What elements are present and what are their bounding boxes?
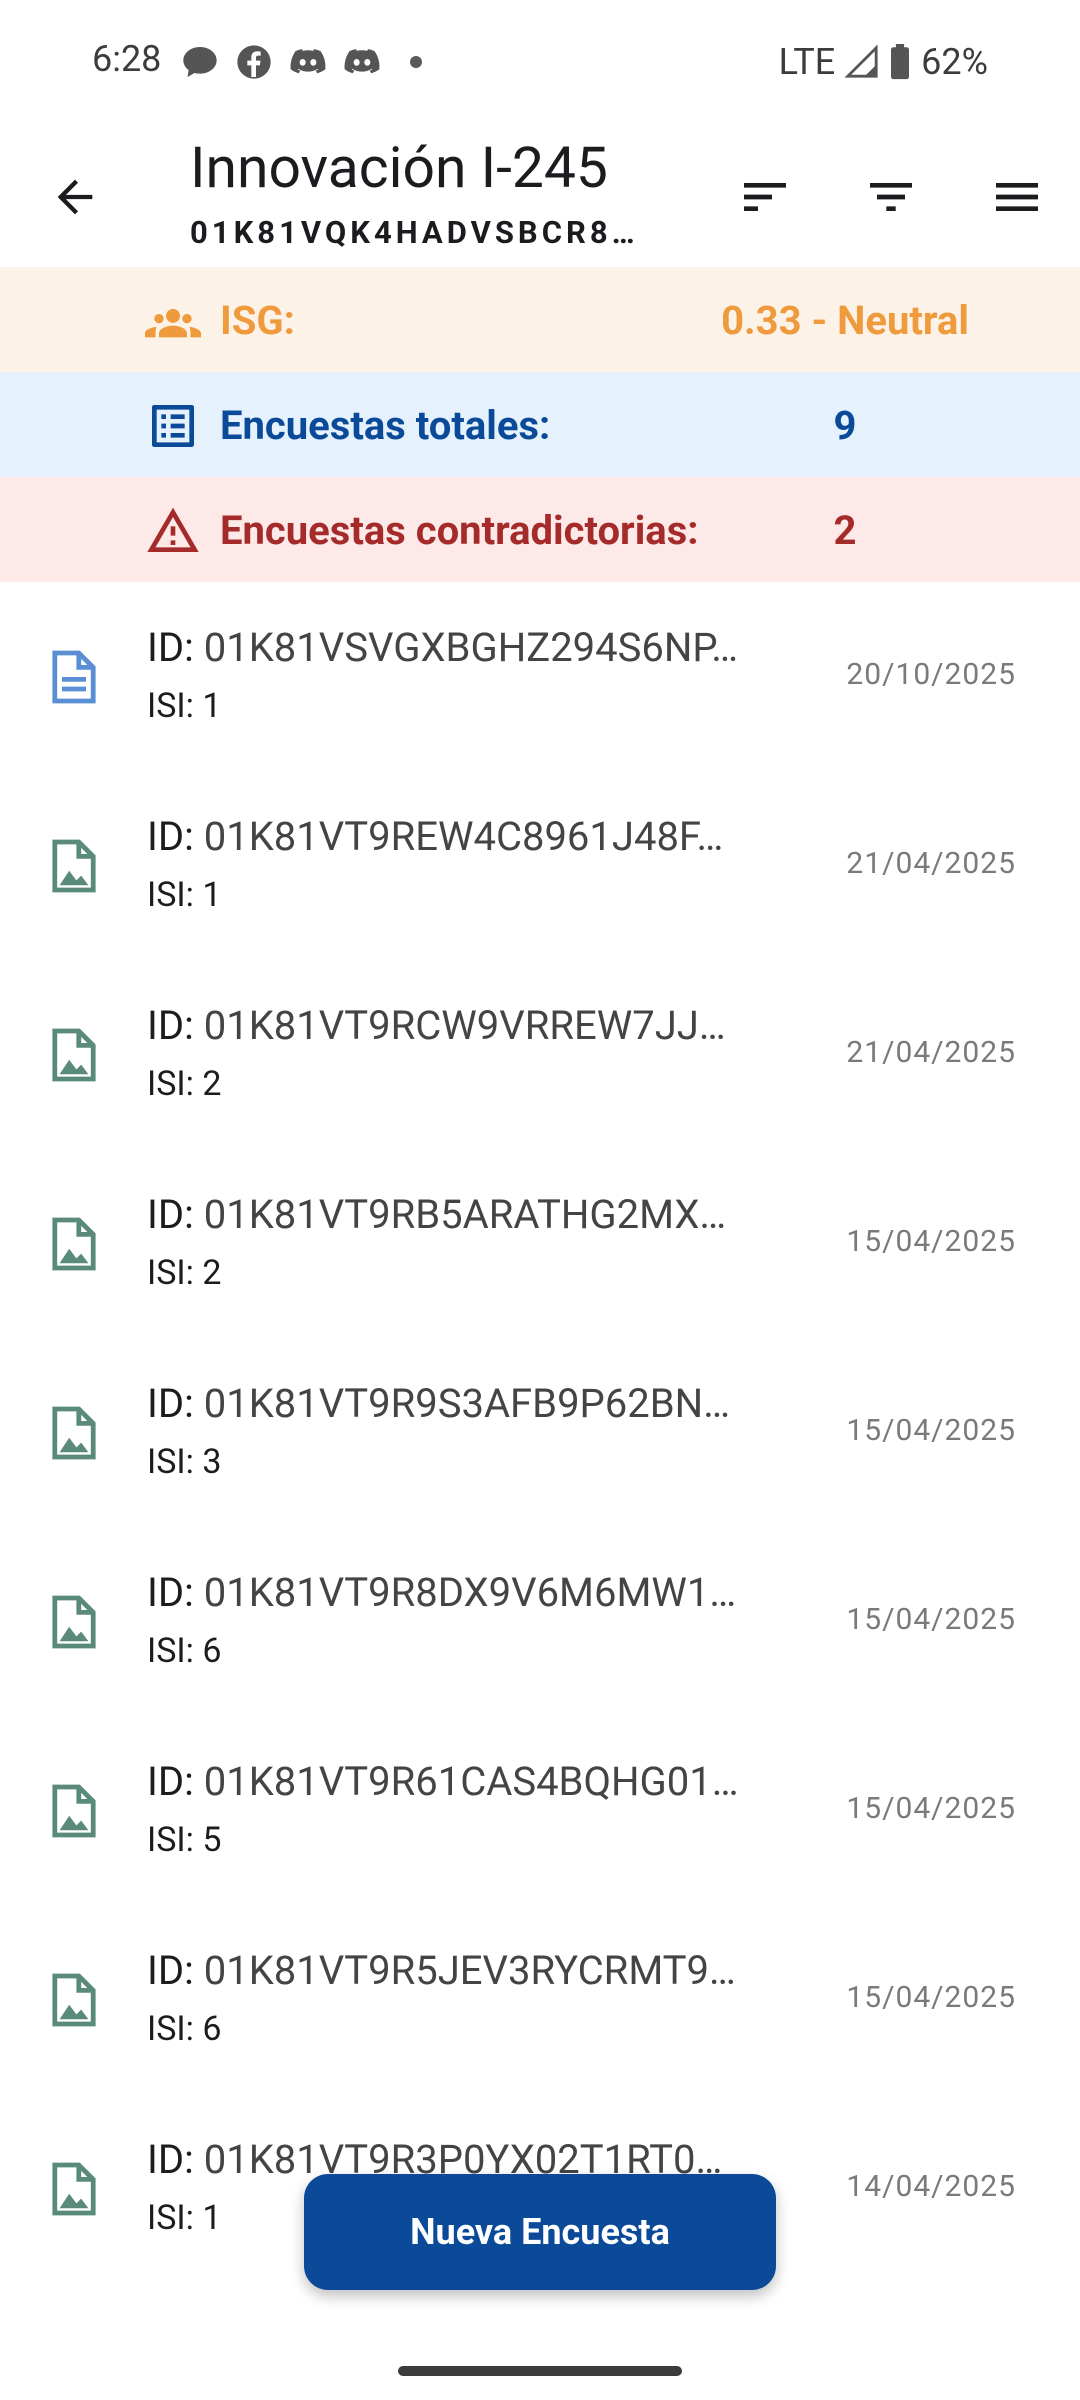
survey-list-item[interactable]: ID: 01K81VT9R5JEV3RYCRMT9… ISI: 6 15/04/… xyxy=(0,1905,1080,2094)
signal-icon xyxy=(845,45,878,78)
image-document-icon xyxy=(52,2162,96,2216)
contradictory-surveys-label: Encuestas contradictorias: xyxy=(220,507,699,554)
app-bar: Innovación I-245 01K81VQK4HADVSBCR8… xyxy=(0,124,1080,266)
discord-icon xyxy=(344,49,380,74)
sort-button[interactable] xyxy=(730,162,800,232)
home-indicator[interactable] xyxy=(398,2366,682,2376)
more-notifications-dot xyxy=(410,56,422,68)
survey-date: 15/04/2025 xyxy=(846,1980,1016,2015)
survey-id: ID: 01K81VT9RCW9VRREW7JJ… xyxy=(147,1002,726,1049)
survey-isi: ISI: 1 xyxy=(147,875,222,915)
survey-isi: ISI: 1 xyxy=(147,686,222,726)
notification-icons xyxy=(180,38,422,86)
survey-isi: ISI: 3 xyxy=(147,1442,222,1482)
image-document-icon xyxy=(52,1028,96,1082)
menu-button[interactable] xyxy=(982,162,1052,232)
facebook-icon xyxy=(237,45,271,79)
survey-date: 15/04/2025 xyxy=(846,1791,1016,1826)
battery-icon xyxy=(891,44,910,80)
filter-button[interactable] xyxy=(856,162,926,232)
status-right: LTE 62% xyxy=(779,38,988,86)
new-survey-button[interactable]: Nueva Encuesta xyxy=(304,2174,776,2290)
survey-date: 14/04/2025 xyxy=(846,2169,1016,2204)
discord-icon xyxy=(290,49,326,74)
isg-label: ISG: xyxy=(220,297,295,344)
survey-date: 21/04/2025 xyxy=(846,846,1016,881)
survey-list: ID: 01K81VSVGXBGHZ294S6NP… ISI: 1 20/10/… xyxy=(0,582,1080,2283)
list-alt-icon xyxy=(152,405,194,447)
survey-id: ID: 01K81VSVGXBGHZ294S6NP… xyxy=(147,624,739,671)
survey-list-item[interactable]: ID: 01K81VT9REW4C8961J48F… ISI: 1 21/04/… xyxy=(0,771,1080,960)
survey-date: 21/04/2025 xyxy=(846,1035,1016,1070)
image-document-icon xyxy=(52,1973,96,2027)
survey-list-item[interactable]: ID: 01K81VT9R8DX9V6M6MW1… ISI: 6 15/04/2… xyxy=(0,1527,1080,1716)
survey-isi: ISI: 2 xyxy=(147,1253,222,1293)
survey-list-item[interactable]: ID: 01K81VT9R9S3AFB9P62BN… ISI: 3 15/04/… xyxy=(0,1338,1080,1527)
survey-list-item[interactable]: ID: 01K81VT9R61CAS4BQHG01… ISI: 5 15/04/… xyxy=(0,1716,1080,1905)
contradictory-surveys-value: 2 xyxy=(833,507,857,554)
menu-icon xyxy=(996,183,1038,211)
survey-date: 20/10/2025 xyxy=(846,657,1016,692)
survey-date: 15/04/2025 xyxy=(846,1224,1016,1259)
survey-date: 15/04/2025 xyxy=(846,1602,1016,1637)
status-bar: 6:28 LTE 62% xyxy=(0,0,1080,124)
image-document-icon xyxy=(52,839,96,893)
isg-value: 0.33 - Neutral xyxy=(721,297,969,344)
survey-isi: ISI: 2 xyxy=(147,1064,222,1104)
survey-list-item[interactable]: ID: 01K81VT9RB5ARATHG2MX… ISI: 2 15/04/2… xyxy=(0,1149,1080,1338)
warning-icon xyxy=(147,507,199,552)
battery-percent: 62% xyxy=(921,41,988,83)
survey-id: ID: 01K81VT9REW4C8961J48F… xyxy=(147,813,724,860)
image-document-icon xyxy=(52,1595,96,1649)
isg-summary-row: ISG: 0.33 - Neutral xyxy=(0,267,1080,372)
filter-icon xyxy=(870,183,912,211)
survey-list-item[interactable]: ID: 01K81VT9RCW9VRREW7JJ… ISI: 2 21/04/2… xyxy=(0,960,1080,1149)
total-surveys-label: Encuestas totales: xyxy=(220,402,551,449)
chat-bubble-icon xyxy=(183,47,217,77)
image-document-icon xyxy=(52,1784,96,1838)
network-type: LTE xyxy=(778,41,836,83)
survey-id: ID: 01K81VT9RB5ARATHG2MX… xyxy=(147,1191,727,1238)
survey-isi: ISI: 5 xyxy=(147,1820,222,1860)
image-document-icon xyxy=(52,1217,96,1271)
survey-id: ID: 01K81VT9R5JEV3RYCRMT9… xyxy=(147,1947,736,1994)
group-icon xyxy=(145,308,201,338)
back-button[interactable] xyxy=(40,162,110,232)
arrow-back-icon xyxy=(57,179,93,215)
text-document-icon xyxy=(52,650,96,704)
survey-isi: ISI: 6 xyxy=(147,2009,222,2049)
survey-id: ID: 01K81VT9R8DX9V6M6MW1… xyxy=(147,1569,737,1616)
page-subtitle: 01K81VQK4HADVSBCR8… xyxy=(190,214,639,251)
contradictory-surveys-row: Encuestas contradictorias: 2 xyxy=(0,477,1080,582)
image-document-icon xyxy=(52,1406,96,1460)
sort-icon xyxy=(744,183,786,211)
survey-date: 15/04/2025 xyxy=(846,1413,1016,1448)
page-title: Innovación I-245 xyxy=(190,134,608,201)
survey-id: ID: 01K81VT9R9S3AFB9P62BN… xyxy=(147,1380,730,1427)
survey-isi: ISI: 6 xyxy=(147,1631,222,1671)
survey-id: ID: 01K81VT9R61CAS4BQHG01… xyxy=(147,1758,739,1805)
total-surveys-value: 9 xyxy=(833,402,857,449)
survey-isi: ISI: 1 xyxy=(147,2198,222,2238)
total-surveys-row: Encuestas totales: 9 xyxy=(0,372,1080,477)
survey-list-item[interactable]: ID: 01K81VSVGXBGHZ294S6NP… ISI: 1 20/10/… xyxy=(0,582,1080,771)
status-time: 6:28 xyxy=(92,38,162,80)
